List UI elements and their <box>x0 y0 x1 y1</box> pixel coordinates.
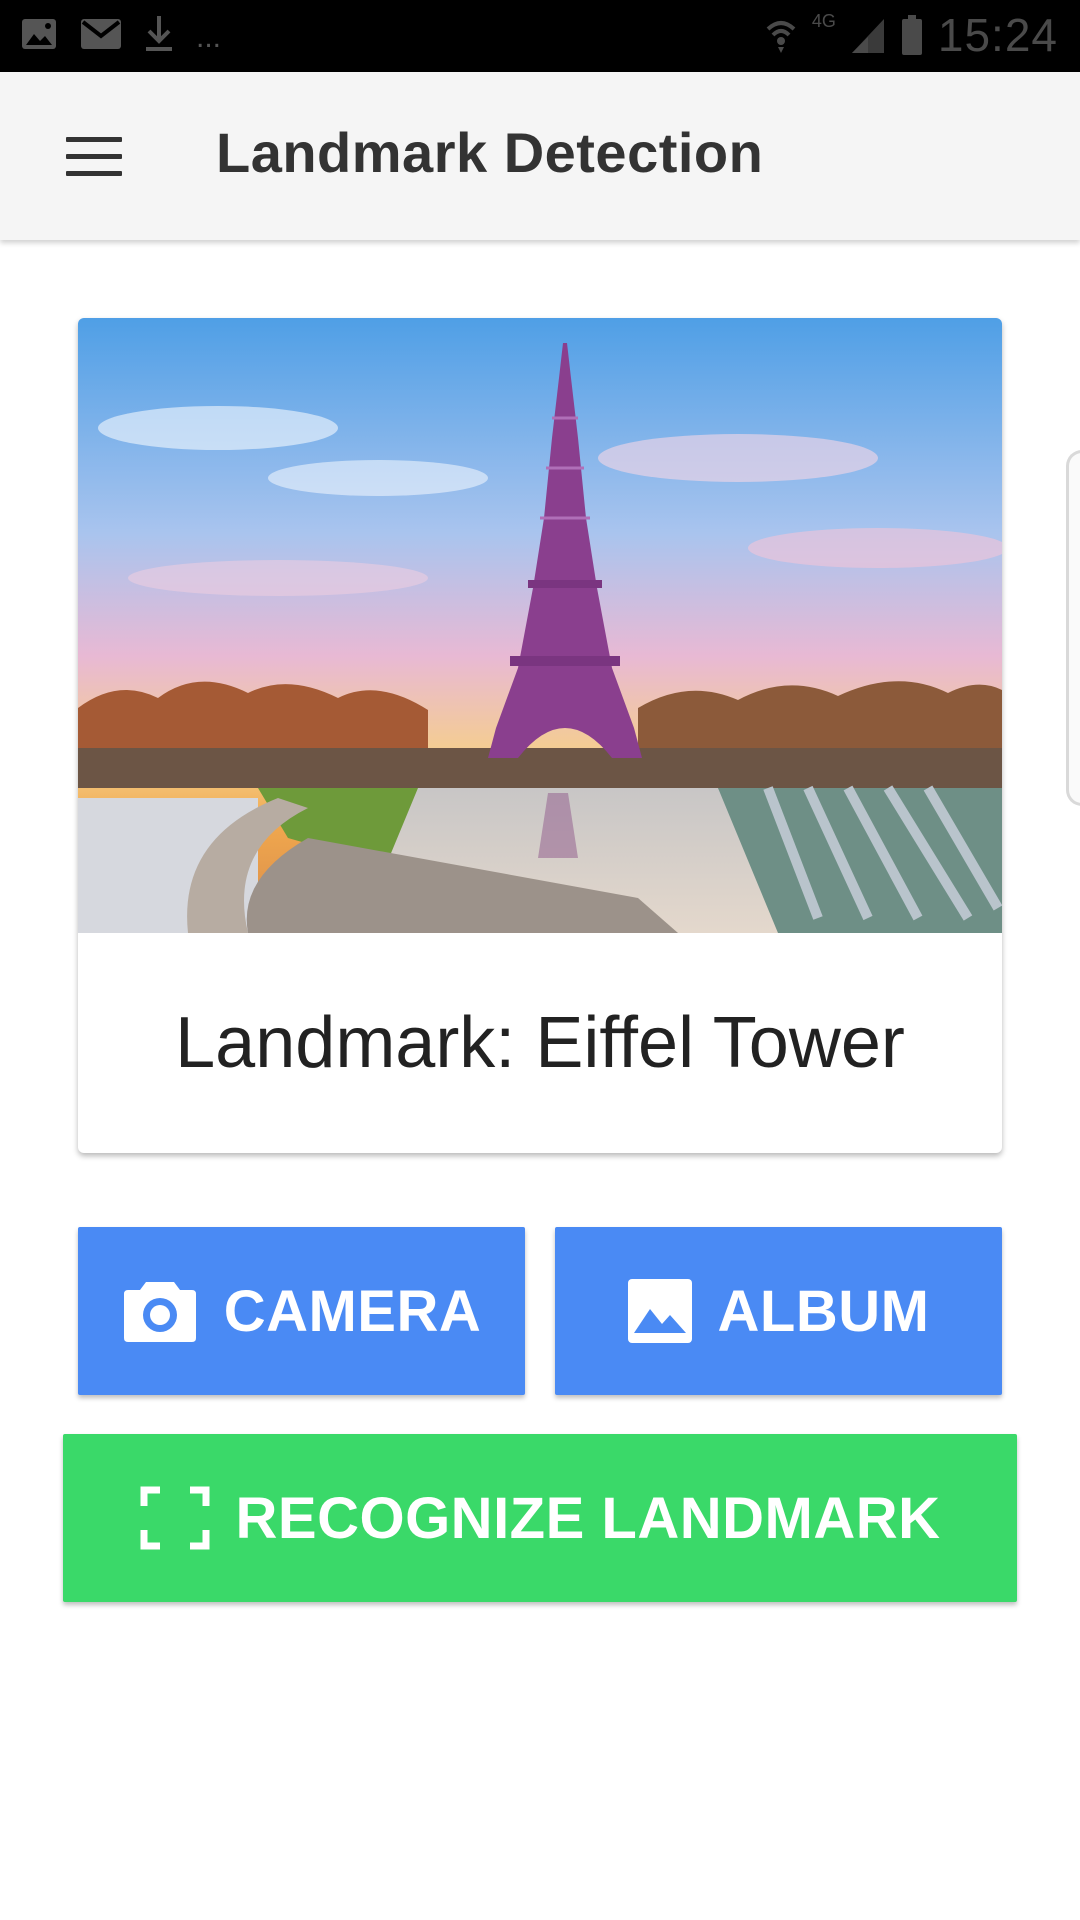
mail-icon <box>81 19 121 49</box>
app-bar: Landmark Detection <box>0 72 1080 240</box>
scan-frame-icon <box>140 1486 210 1550</box>
album-button-label: ALBUM <box>717 1278 930 1344</box>
camera-button-label: CAMERA <box>223 1278 482 1344</box>
status-left-icons: ... <box>20 14 221 54</box>
download-icon <box>146 16 172 51</box>
camera-icon <box>122 1278 198 1344</box>
image-icon <box>627 1279 692 1343</box>
status-bar: ... 4G 15:24 <box>0 0 1080 72</box>
hamburger-menu-icon[interactable] <box>66 137 122 177</box>
network-type: 4G <box>811 10 836 31</box>
status-overflow: ... <box>196 21 222 54</box>
app-title: Landmark Detection <box>216 121 764 184</box>
result-card: Landmark: Eiffel Tower <box>78 318 1002 1153</box>
landmark-result-text: Landmark: Eiffel Tower <box>175 1003 905 1083</box>
recognize-landmark-button[interactable]: RECOGNIZE LANDMARK <box>63 1434 1017 1602</box>
image-icon <box>22 19 56 49</box>
signal-icon <box>851 19 884 53</box>
album-button[interactable]: ALBUM <box>555 1227 1002 1395</box>
status-time: 15:24 <box>937 9 1058 61</box>
battery-icon <box>901 15 922 55</box>
wifi-icon <box>766 21 796 53</box>
landmark-image <box>78 318 1002 933</box>
status-right-icons: 4G 15:24 <box>764 8 1058 62</box>
recognize-button-label: RECOGNIZE LANDMARK <box>235 1485 941 1551</box>
edge-panel-handle[interactable] <box>1066 450 1080 806</box>
camera-button[interactable]: CAMERA <box>78 1227 525 1395</box>
